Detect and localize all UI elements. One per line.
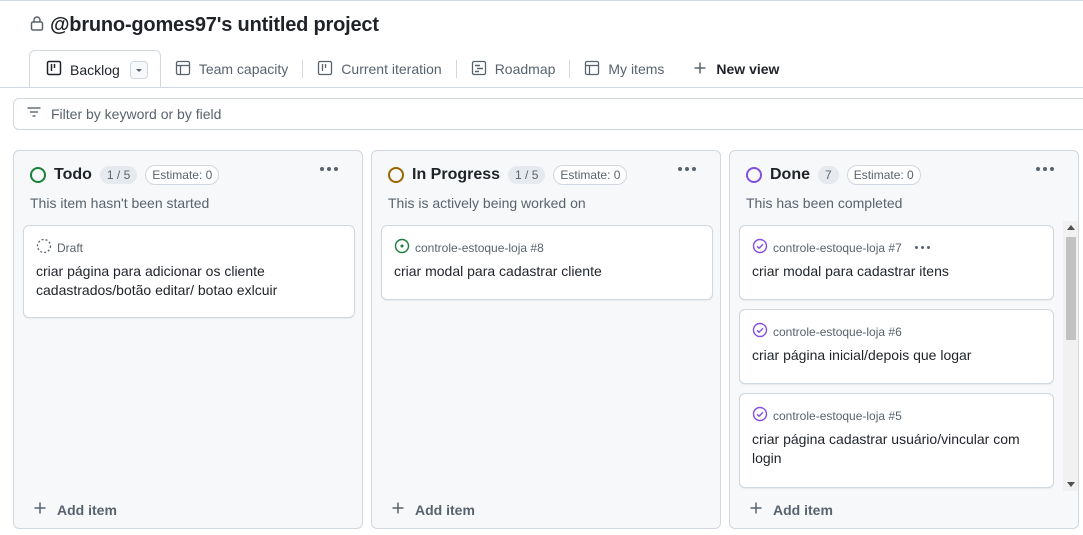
add-item-label: Add item xyxy=(57,501,117,518)
scroll-down-icon[interactable] xyxy=(1067,482,1075,487)
card-meta: controle-estoque-loja #5 xyxy=(752,406,902,425)
board-icon xyxy=(317,60,333,79)
column-header: In Progress 1 / 5 Estimate: 0 xyxy=(388,165,628,185)
tab-label: Backlog xyxy=(70,61,120,78)
roadmap-icon xyxy=(471,60,487,79)
column-todo: Todo 1 / 5 Estimate: 0 This item hasn't … xyxy=(13,150,363,529)
tab-backlog[interactable]: Backlog xyxy=(29,50,161,88)
card-meta: controle-estoque-loja #8 xyxy=(394,238,544,257)
tab-current-iteration[interactable]: Current iteration xyxy=(303,50,455,88)
card-repo-label: controle-estoque-loja #7 xyxy=(773,240,902,255)
plus-icon xyxy=(692,60,708,79)
table-icon xyxy=(584,60,600,79)
column-title: Todo xyxy=(54,166,92,183)
column-description: This is actively being worked on xyxy=(388,195,586,211)
scroll-up-icon[interactable] xyxy=(1067,225,1075,230)
tab-label: New view xyxy=(716,61,780,77)
column-title: Done xyxy=(770,166,810,183)
plus-icon xyxy=(748,500,764,519)
project-header: @bruno-gomes97's untitled project xyxy=(30,14,379,37)
issue-closed-icon xyxy=(752,322,768,341)
view-tabs: Backlog Team capacity Current iteration … xyxy=(29,50,793,88)
card-title[interactable]: criar modal para cadastrar itens xyxy=(752,262,1041,281)
board-icon xyxy=(46,60,62,79)
column-title: In Progress xyxy=(412,166,501,183)
tab-roadmap[interactable]: Roadmap xyxy=(457,50,570,88)
card-meta: Draft xyxy=(36,238,83,257)
tab-label: Roadmap xyxy=(494,61,556,77)
card-repo-label: controle-estoque-loja #5 xyxy=(773,408,902,423)
top-border xyxy=(0,0,1083,1)
add-item-button[interactable]: Add item xyxy=(748,500,833,519)
card-repo-label: controle-estoque-loja #6 xyxy=(773,324,902,339)
estimate-badge: Estimate: 0 xyxy=(553,165,628,185)
filter-icon xyxy=(26,104,42,125)
column-description: This item hasn't been started xyxy=(30,195,210,211)
chevron-down-icon xyxy=(135,68,142,72)
card[interactable]: controle-estoque-loja #7 criar modal par… xyxy=(739,225,1054,300)
estimate-badge: Estimate: 0 xyxy=(145,165,220,185)
tab-my-items[interactable]: My items xyxy=(570,50,678,88)
status-todo-icon xyxy=(30,167,46,183)
tab-team-capacity[interactable]: Team capacity xyxy=(161,50,302,88)
estimate-badge: Estimate: 0 xyxy=(846,165,921,185)
card-title[interactable]: criar página cadastrar usuário/vincular … xyxy=(752,430,1041,468)
plus-icon xyxy=(32,500,48,519)
plus-icon xyxy=(390,500,406,519)
column-header: Todo 1 / 5 Estimate: 0 xyxy=(30,165,220,185)
column-in-progress: In Progress 1 / 5 Estimate: 0 This is ac… xyxy=(371,150,721,529)
column-menu-icon[interactable] xyxy=(1036,167,1054,171)
card-repo-label: Draft xyxy=(57,240,84,255)
scroll-thumb[interactable] xyxy=(1066,237,1076,340)
status-done-icon xyxy=(746,167,762,183)
column-scrollbar[interactable] xyxy=(1063,221,1078,491)
status-in-progress-icon xyxy=(388,167,404,183)
card-title[interactable]: criar modal para cadastrar cliente xyxy=(394,262,700,281)
add-item-label: Add item xyxy=(415,501,475,518)
item-count-badge: 1 / 5 xyxy=(99,166,138,184)
card[interactable]: Draft criar página para adicionar os cli… xyxy=(23,225,355,318)
column-description: This has been completed xyxy=(746,195,903,211)
issue-closed-icon xyxy=(752,406,768,425)
card[interactable]: controle-estoque-loja #6 criar página in… xyxy=(739,309,1054,384)
issue-open-icon xyxy=(394,238,410,257)
tab-label: Current iteration xyxy=(341,61,442,77)
column-menu-icon[interactable] xyxy=(320,167,338,171)
add-item-button[interactable]: Add item xyxy=(390,500,475,519)
issue-closed-icon xyxy=(752,238,768,257)
card-meta: controle-estoque-loja #6 xyxy=(752,322,902,341)
tab-label: Team capacity xyxy=(198,61,289,77)
tab-label: My items xyxy=(608,61,665,77)
page-title: @bruno-gomes97's untitled project xyxy=(50,14,379,36)
filter-placeholder: Filter by keyword or by field xyxy=(51,106,222,122)
filter-input[interactable]: Filter by keyword or by field xyxy=(13,98,1083,130)
card-menu-icon[interactable] xyxy=(914,246,930,249)
card-repo-label: controle-estoque-loja #8 xyxy=(415,240,544,255)
card[interactable]: controle-estoque-loja #8 criar modal par… xyxy=(381,225,713,300)
card-meta: controle-estoque-loja #7 xyxy=(752,238,930,257)
tabs-divider xyxy=(0,87,1083,88)
card[interactable]: controle-estoque-loja #5 criar página ca… xyxy=(739,393,1054,488)
card-title[interactable]: criar página inicial/depois que logar xyxy=(752,346,1041,365)
item-count-badge: 1 / 5 xyxy=(508,166,546,184)
item-count-badge: 7 xyxy=(818,166,839,184)
column-menu-icon[interactable] xyxy=(678,167,696,171)
lock-icon xyxy=(30,15,44,36)
add-item-button[interactable]: Add item xyxy=(32,500,117,519)
new-view-button[interactable]: New view xyxy=(678,50,793,88)
card-title[interactable]: criar página para adicionar os cliente c… xyxy=(36,262,342,300)
add-item-label: Add item xyxy=(773,501,833,518)
table-icon xyxy=(175,60,191,79)
column-header: Done 7 Estimate: 0 xyxy=(746,165,921,185)
view-options-button[interactable] xyxy=(129,60,148,79)
draft-icon xyxy=(36,238,52,257)
column-done: Done 7 Estimate: 0 This has been complet… xyxy=(729,150,1079,529)
